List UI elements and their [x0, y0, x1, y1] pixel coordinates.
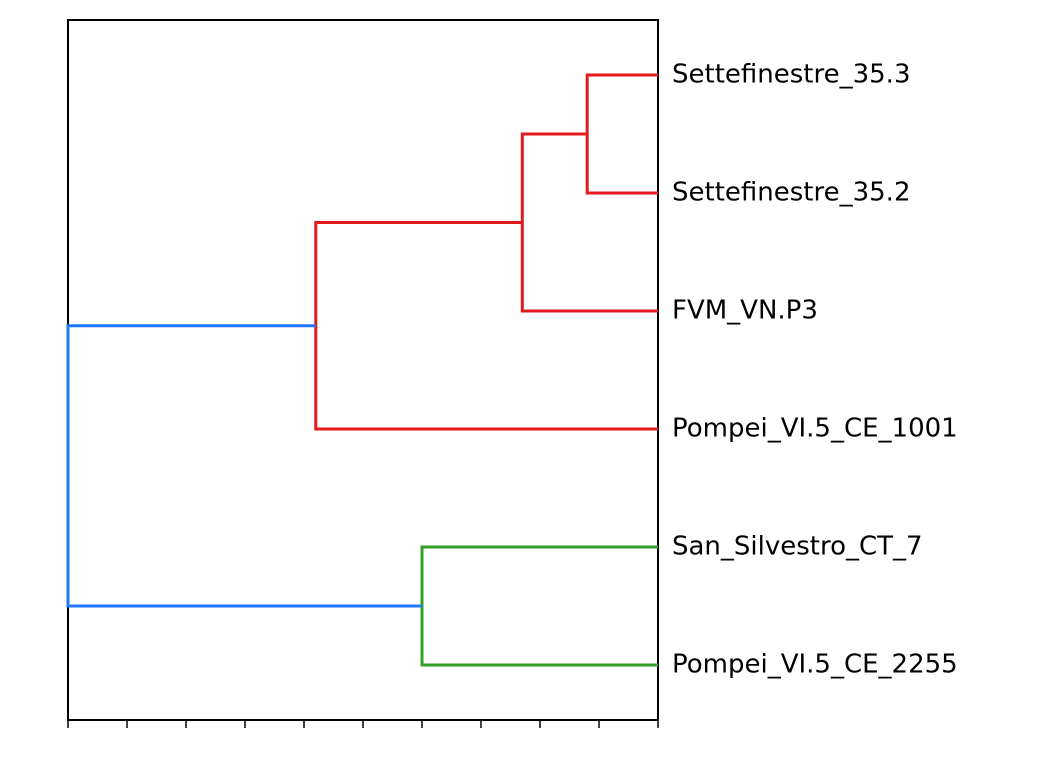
- dendro-link: [316, 223, 658, 430]
- leaf-label: San_Silvestro_CT_7: [672, 532, 923, 562]
- dendro-link: [68, 326, 422, 606]
- dendro-link: [422, 547, 658, 665]
- plot-border: [68, 20, 658, 720]
- leaf-label: Settefinestre_35.2: [672, 178, 910, 208]
- dendro-link: [522, 134, 658, 311]
- leaf-label: Settefinestre_35.3: [672, 60, 910, 90]
- dendrogram-svg: Settefinestre_35.3 Settefinestre_35.2 FVM_…: [0, 0, 1045, 757]
- dendrogram-chart: Settefinestre_35.3 Settefinestre_35.2 FVM_…: [0, 0, 1045, 757]
- dendrogram-links: [68, 75, 658, 665]
- leaf-label: FVM_VN.P3: [672, 296, 818, 326]
- dendro-link: [587, 75, 658, 193]
- leaf-label: Pompei_VI.5_CE_2255: [672, 650, 958, 680]
- leaf-label: Pompei_VI.5_CE_1001: [672, 414, 958, 444]
